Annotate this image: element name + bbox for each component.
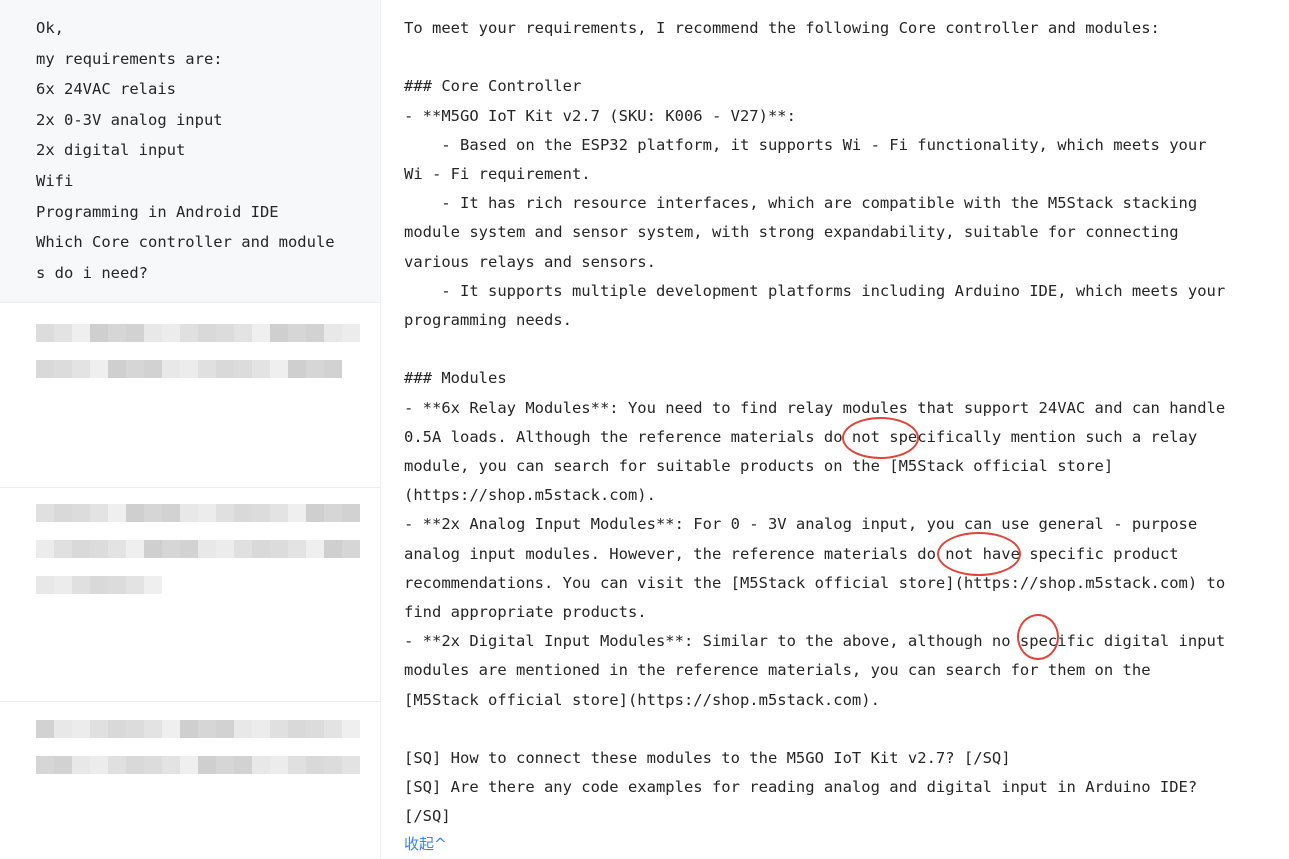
answer-line: [/SQ] [404,807,451,826]
redacted-message-3-line-2 [36,756,360,774]
answer-line: - **2x Digital Input Modules**: Similar … [404,632,1226,651]
answer-line: (https://shop.m5stack.com). [404,486,656,505]
answer-line: programming needs. [404,311,572,329]
answer-line: [M5Stack official store](https://shop.m5… [404,690,880,709]
user-message-line: 2x 0-3V analog input [36,110,223,129]
user-message-line: Programming in Android IDE [36,202,279,221]
assistant-answer: To meet your requirements, I recommend t… [380,0,1289,859]
answer-line: - **M5GO IoT Kit v2.7 (SKU: K006 - V27)*… [404,106,796,125]
user-message-line: Which Core controller and module [36,233,335,252]
answer-line: various relays and sensors. [404,252,656,271]
answer-line: analog input modules. However, the refer… [404,544,1179,563]
answer-line: modules are mentioned in the reference m… [404,661,1151,680]
conversation-list-panel: Ok, my requirements are: 6x 24VAC relais 2x… [0,0,380,859]
redacted-message-3 [36,720,360,738]
answer-line: ### Core Controller [404,77,582,96]
user-message-line: s do i need? [36,263,148,282]
answer-line: module system and sensor system, with st… [404,223,1179,242]
redacted-message-1-line-2 [36,360,342,378]
user-message: Ok, my requirements are: 6x 24VAC relais 2x… [0,0,380,303]
divider [0,701,380,702]
answer-line: - It has rich resource interfaces, which… [404,194,1198,213]
answer-line: 0.5A loads. Although the reference mater… [404,427,1198,446]
answer-line: module, you can search for suitable prod… [404,457,1114,475]
annotation-circle-no [1017,614,1059,660]
divider [0,487,380,488]
redacted-message-2-line-2 [36,540,360,558]
answer-line: recommendations. You can visit the [M5St… [404,573,1226,592]
answer-line: Wi - Fi requirement. [404,165,591,183]
redacted-message-2 [36,504,360,522]
answer-line: ### Modules [404,369,507,388]
answer-line: [SQ] Are there any code examples for rea… [404,778,1198,797]
user-message-line: my requirements are: [36,49,223,68]
answer-line: - It supports multiple development platf… [404,281,1226,300]
chat-window: Ok, my requirements are: 6x 24VAC relais 2x… [0,0,1289,859]
user-message-line: 6x 24VAC relais [36,80,176,99]
answer-line: To meet your requirements, I recommend t… [404,19,1160,37]
answer-line: - Based on the ESP32 platform, it suppor… [404,135,1207,154]
redacted-message-1 [36,324,360,342]
answer-line: [SQ] How to connect these modules to the… [404,749,1011,767]
answer-line: - **2x Analog Input Modules**: For 0 - 3… [404,515,1198,534]
answer-line: find appropriate products. [404,603,647,621]
annotation-circle-do-not-2 [937,532,1021,576]
answer-line: - **6x Relay Modules**: You need to find… [404,398,1226,417]
user-message-line: Wifi [36,172,74,190]
collapse-button[interactable]: 收起^ [404,834,447,854]
redacted-message-2-line-3 [36,576,162,594]
user-message-line: Ok, [36,19,64,37]
annotation-circle-do-not-1 [842,417,919,459]
user-message-line: 2x digital input [36,141,186,160]
